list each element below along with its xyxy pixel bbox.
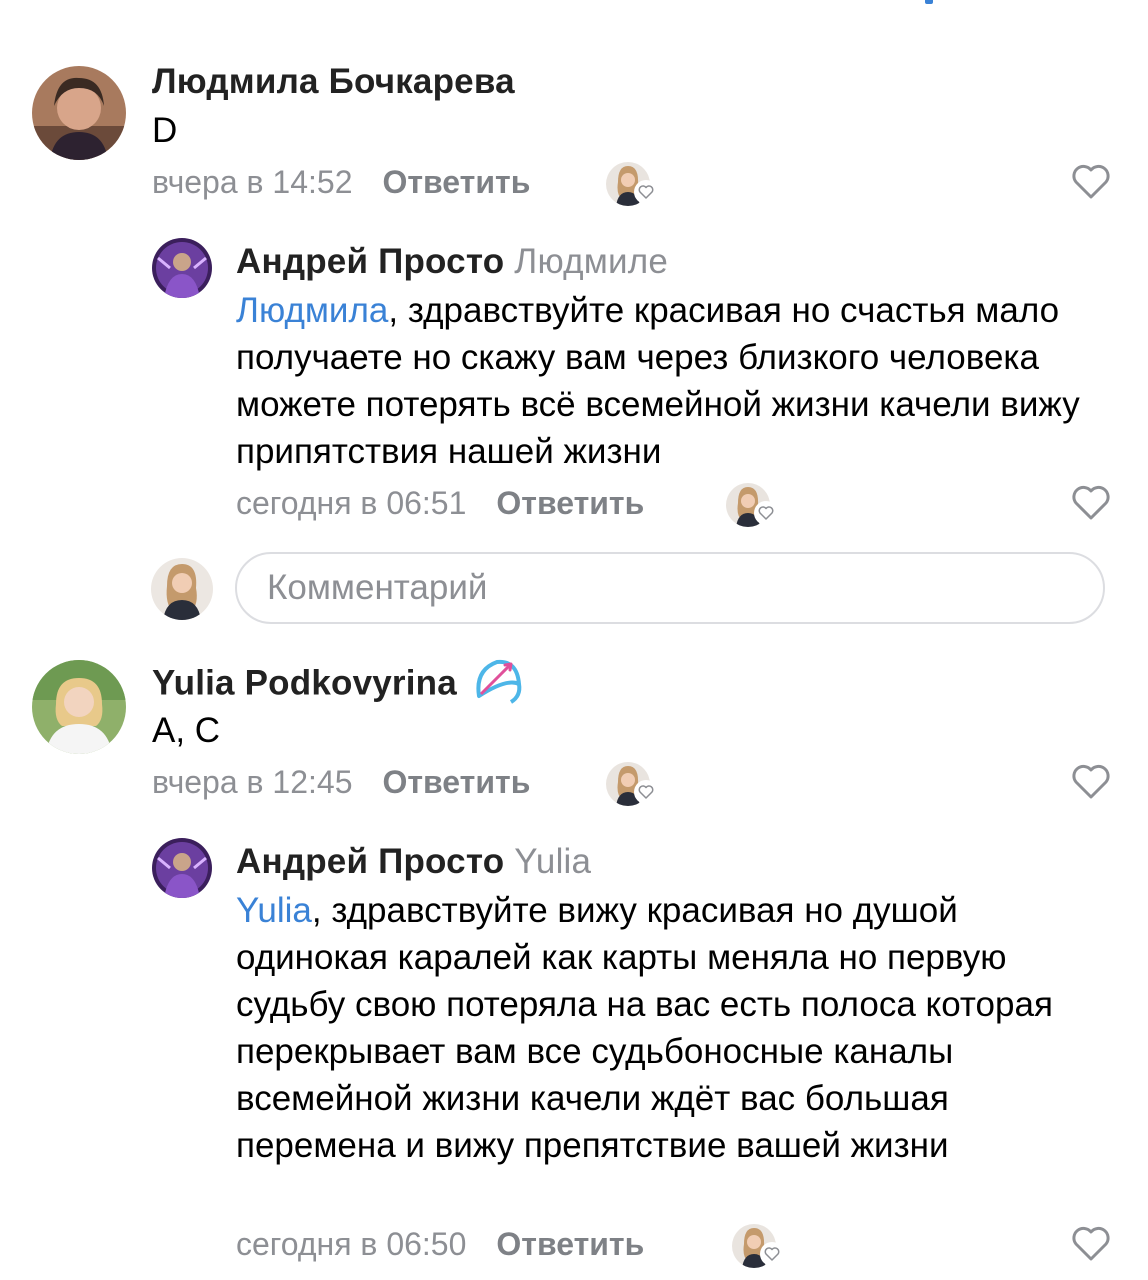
reply-button[interactable]: Ответить xyxy=(382,164,530,200)
heart-icon xyxy=(634,780,658,804)
avatar-photo xyxy=(32,66,126,160)
author-name[interactable]: Андрей Просто xyxy=(236,842,504,881)
heart-outline-icon xyxy=(1072,485,1110,520)
heart-outline-icon xyxy=(1072,764,1110,799)
avatar-photo xyxy=(152,238,212,298)
author-name[interactable]: Людмила Бочкарева xyxy=(152,62,515,102)
comment-meta: сегодня в 06:50 Ответить xyxy=(236,1226,644,1263)
comment-time: вчера в 14:52 xyxy=(152,164,353,200)
author-name-row: Yulia Podkovyrina xyxy=(152,659,527,710)
heart-icon xyxy=(754,501,778,525)
reply-author: Андрей Просто Людмиле xyxy=(236,242,668,282)
mention-link[interactable]: Людмила xyxy=(236,291,388,330)
reply-to[interactable]: Yulia xyxy=(514,842,591,881)
author-name[interactable]: Yulia Podkovyrina xyxy=(152,663,457,702)
reply-button[interactable]: Ответить xyxy=(382,764,530,800)
avatar-photo xyxy=(151,558,213,620)
scroll-indicator xyxy=(925,0,933,4)
avatar-photo xyxy=(152,838,212,898)
heart-icon xyxy=(760,1242,784,1266)
reply-button[interactable]: Ответить xyxy=(496,1226,644,1262)
reply-author: Андрей Просто Yulia xyxy=(236,842,591,882)
liker-avatar[interactable] xyxy=(606,762,658,808)
like-button[interactable] xyxy=(1071,1226,1111,1262)
reply-button[interactable]: Ответить xyxy=(496,485,644,521)
avatar[interactable] xyxy=(152,838,212,898)
avatar[interactable] xyxy=(32,66,126,160)
liker-avatar[interactable] xyxy=(726,483,778,529)
bow-and-arrow-icon xyxy=(476,659,522,704)
comment-input[interactable] xyxy=(235,552,1105,624)
comment-time: вчера в 12:45 xyxy=(152,764,353,800)
heart-outline-icon xyxy=(1072,164,1110,199)
author-name[interactable]: Андрей Просто xyxy=(236,242,504,281)
like-button[interactable] xyxy=(1071,764,1111,800)
liker-avatar[interactable] xyxy=(732,1224,784,1270)
avatar-photo xyxy=(32,660,126,754)
comment-body: , здравствуйте вижу красивая но душой од… xyxy=(236,891,1053,1165)
comment-time: сегодня в 06:51 xyxy=(236,485,467,521)
comment-time: сегодня в 06:50 xyxy=(236,1226,467,1262)
comment-text: Yulia, здравствуйте вижу красивая но душ… xyxy=(236,887,1106,1169)
heart-outline-icon xyxy=(1072,1226,1110,1261)
heart-icon xyxy=(634,180,658,204)
comment-text: A, C xyxy=(152,711,221,750)
liker-avatar[interactable] xyxy=(606,162,658,208)
comment-meta: вчера в 14:52 Ответить xyxy=(152,164,530,201)
reply-to[interactable]: Людмиле xyxy=(514,242,668,281)
comment-text: Людмила, здравствуйте красивая но счасть… xyxy=(236,287,1116,475)
avatar[interactable] xyxy=(32,660,126,754)
mention-link[interactable]: Yulia xyxy=(236,891,312,930)
like-button[interactable] xyxy=(1071,485,1111,521)
avatar[interactable] xyxy=(152,238,212,298)
comment-meta: сегодня в 06:51 Ответить xyxy=(236,485,644,522)
like-button[interactable] xyxy=(1071,164,1111,200)
current-user-avatar xyxy=(151,558,213,620)
comment-meta: вчера в 12:45 Ответить xyxy=(152,764,530,801)
comment-text: D xyxy=(152,111,178,150)
